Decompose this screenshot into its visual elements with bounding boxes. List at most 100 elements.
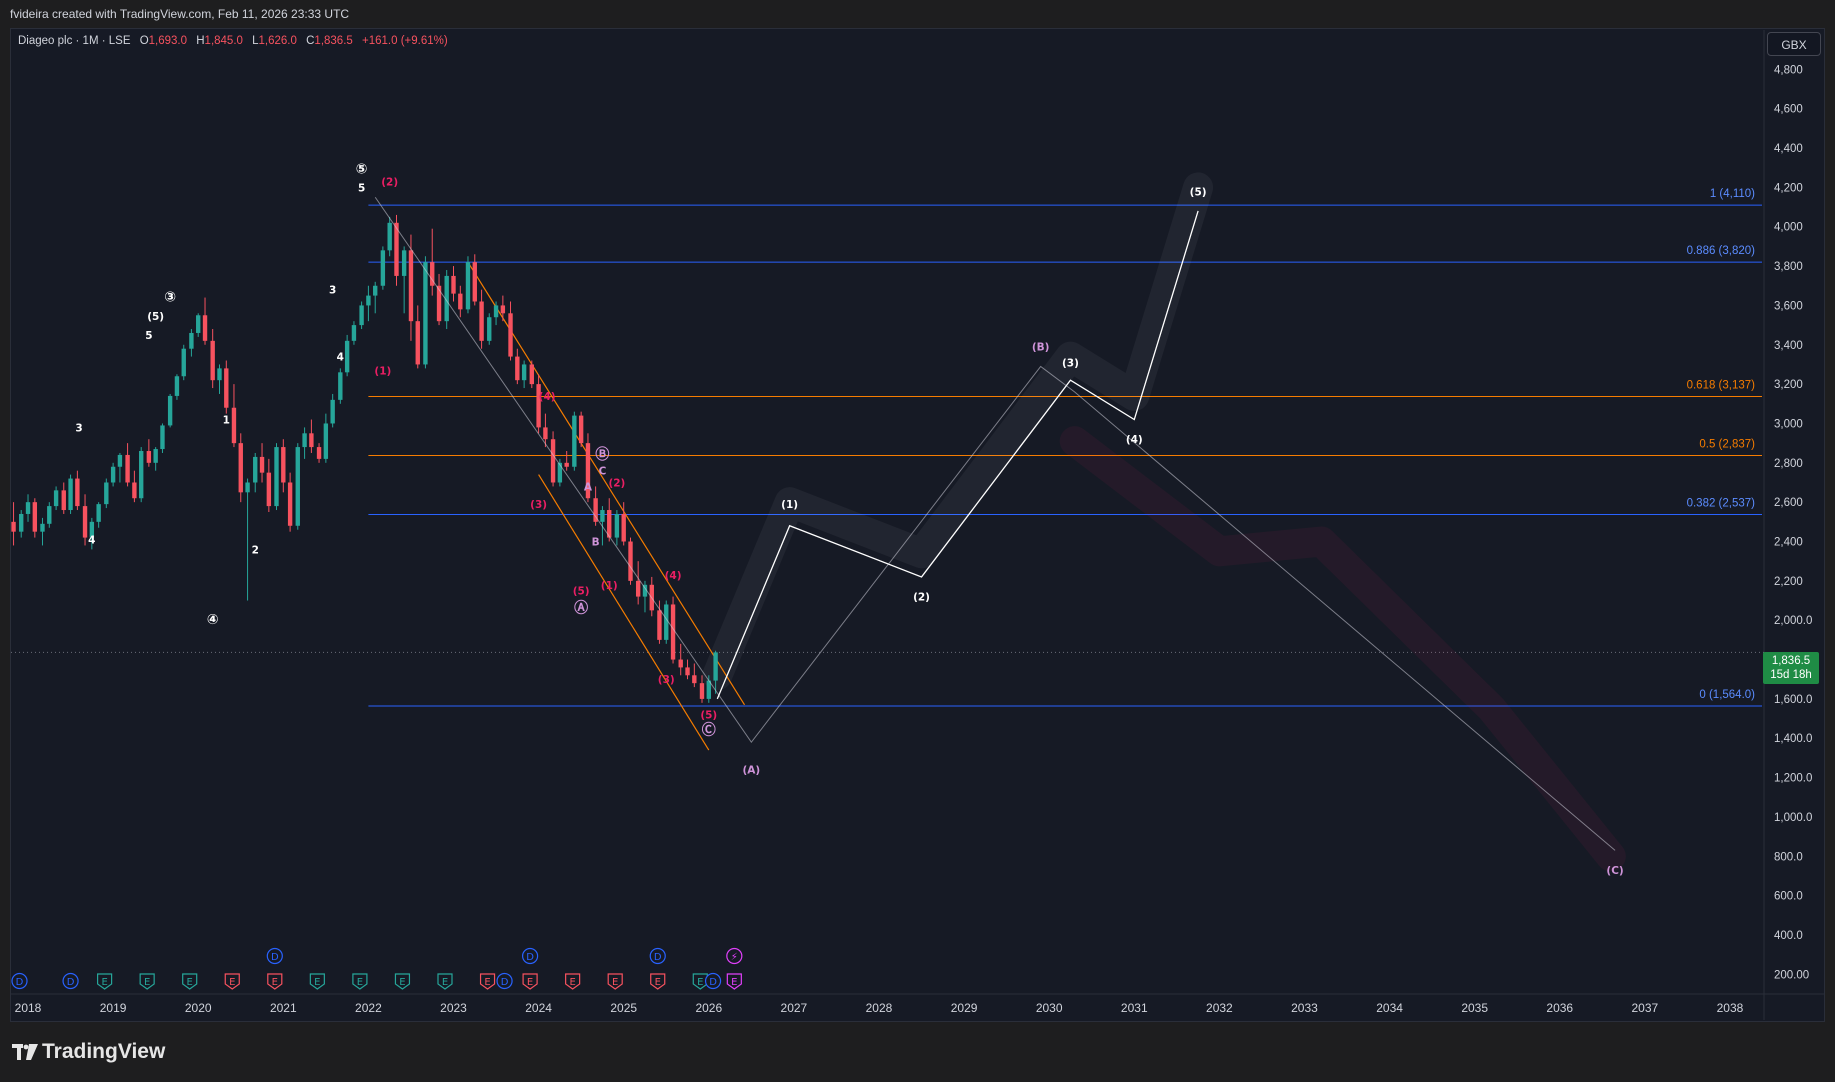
dividend-event-icon[interactable]: D: [649, 947, 666, 965]
event-badge-letter: E: [569, 977, 575, 988]
event-badge-letter: E: [655, 977, 661, 988]
y-tick-label: 3,000: [1774, 418, 1803, 430]
candle-body: [132, 482, 137, 499]
x-tick-label: 2035: [1461, 1001, 1488, 1015]
candle-body: [578, 415, 584, 444]
candle-body: [96, 504, 101, 522]
dividend-event-icon[interactable]: D: [62, 972, 79, 990]
wave-label: 3: [329, 285, 336, 297]
candle-body: [104, 482, 109, 505]
dividend-event-icon[interactable]: D: [521, 947, 539, 965]
candle-body: [521, 364, 527, 381]
fib-level-label: 0 (1,564.0): [1699, 689, 1755, 701]
candle-body: [423, 262, 428, 365]
y-tick-label: 3,200: [1774, 379, 1803, 391]
y-tick-label: 400.0: [1774, 930, 1803, 942]
dividend-event-icon[interactable]: D: [11, 972, 28, 990]
wave-label: (3): [1062, 357, 1079, 369]
currency-button[interactable]: GBX: [1767, 32, 1821, 56]
y-tick-label: 2,800: [1774, 458, 1803, 470]
wave-label: (4): [665, 570, 682, 582]
wave-label: (5): [147, 311, 164, 323]
earnings-event-icon[interactable]: E: [479, 973, 496, 990]
candle-body: [692, 675, 697, 684]
candle-body: [543, 427, 548, 440]
y-tick-label: 1,200.0: [1774, 773, 1812, 785]
y-tick-label: 3,400: [1774, 340, 1803, 352]
candle-body: [472, 262, 477, 302]
event-badge-letter: E: [314, 977, 320, 988]
wave-label: (3): [530, 499, 547, 511]
candle-body: [465, 262, 471, 310]
candle-body: [713, 652, 718, 681]
x-tick-label: 2034: [1376, 1001, 1403, 1015]
candle-body: [202, 315, 208, 341]
earnings-event-icon[interactable]: E: [607, 973, 623, 990]
wave-label: 4: [88, 535, 95, 547]
earnings-event-icon[interactable]: E: [650, 973, 666, 990]
candle-body: [323, 423, 329, 459]
wave-label: B: [592, 537, 600, 549]
news-event-icon[interactable]: ⚡: [726, 947, 743, 965]
dividend-event-icon[interactable]: D: [266, 947, 283, 965]
candle-body: [493, 305, 499, 318]
event-badge-letter: D: [654, 952, 662, 963]
candle-body: [380, 250, 386, 286]
chart-canvas[interactable]: 200.00 400.0 600.0 800.0 1,000.0 1,200.0 1,400…: [0, 0, 1835, 1082]
tradingview-logo[interactable]: TradingView: [12, 1040, 165, 1064]
bar-countdown: 15d 18h: [1770, 669, 1812, 681]
wave-label: (5): [700, 710, 717, 722]
earnings-event-icon[interactable]: E: [182, 973, 198, 990]
candle-body: [146, 451, 152, 463]
wave-label: (2): [913, 592, 930, 604]
candle-body: [685, 667, 690, 676]
event-badge-letter: E: [527, 977, 533, 988]
earnings-event-icon[interactable]: E: [309, 973, 325, 990]
earnings-event-icon[interactable]: E: [352, 973, 368, 990]
earnings-event-icon[interactable]: E: [394, 973, 411, 990]
y-tick-label: 2,400: [1774, 537, 1803, 549]
event-badge-letter: ⚡: [731, 952, 738, 963]
event-badge-letter: D: [501, 977, 509, 988]
tradingview-logo-icon: [12, 1044, 38, 1060]
wave-label: (4): [539, 391, 556, 403]
earnings-event-icon[interactable]: E: [726, 973, 742, 990]
candle-body: [125, 454, 130, 483]
wave-label: (3): [658, 674, 675, 686]
earnings-event-icon[interactable]: E: [97, 973, 113, 990]
earnings-event-icon[interactable]: E: [267, 973, 283, 990]
dividend-event-icon[interactable]: D: [496, 972, 513, 990]
dividend-event-icon[interactable]: D: [704, 972, 722, 990]
candle-body: [117, 454, 123, 467]
candle-body: [224, 368, 229, 408]
earnings-event-icon[interactable]: E: [437, 973, 453, 990]
candle-body: [451, 275, 456, 294]
candle-body: [110, 466, 116, 483]
candle-body: [287, 482, 293, 526]
candle-body: [600, 510, 605, 522]
earnings-event-icon[interactable]: E: [139, 973, 155, 990]
legend-symbol[interactable]: Diageo plc · 1M · LSE: [18, 35, 131, 47]
candle-body: [68, 478, 73, 511]
earnings-event-icon[interactable]: E: [224, 973, 240, 990]
bear-guide-shade: [1059, 426, 1626, 872]
bull-projection-path: [716, 210, 1199, 700]
candle-body: [167, 395, 173, 426]
bear-projection-path: [374, 196, 1616, 851]
candle-body: [153, 449, 158, 463]
x-tick-label: 2037: [1632, 1001, 1659, 1015]
candle-body: [196, 315, 201, 333]
wave-label: Ⓑ: [595, 446, 609, 463]
earnings-event-icon[interactable]: E: [565, 973, 581, 990]
candle-body: [670, 604, 676, 660]
candle-body: [621, 513, 626, 542]
y-tick-label: 2,200: [1774, 576, 1803, 588]
candle-body: [351, 325, 357, 341]
x-tick-label: 2019: [100, 1001, 127, 1015]
earnings-event-icon[interactable]: E: [522, 973, 538, 990]
x-tick-label: 2026: [695, 1001, 722, 1015]
candle-body: [557, 462, 563, 483]
candle-body: [266, 472, 272, 507]
candle-body: [295, 447, 300, 526]
wave-label: A: [584, 481, 593, 493]
